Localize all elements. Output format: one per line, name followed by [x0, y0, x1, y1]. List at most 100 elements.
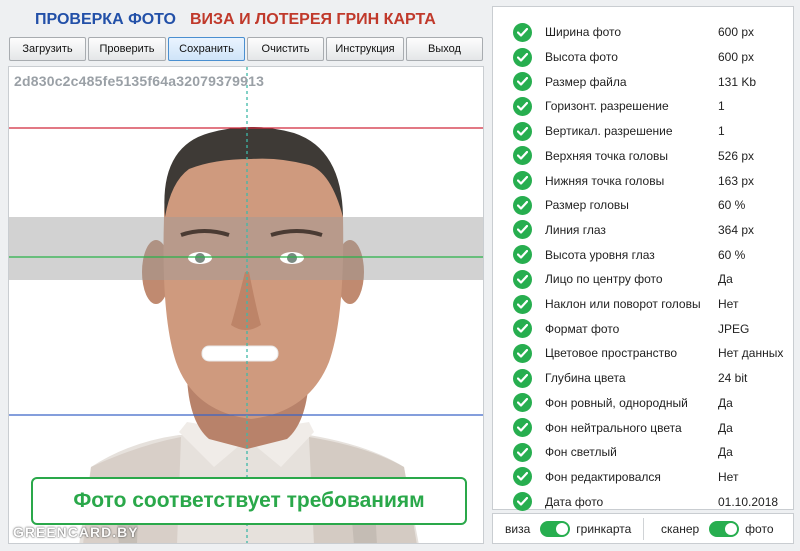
check-label: Размер головы — [545, 198, 629, 213]
mouth-redaction — [201, 345, 279, 362]
load-button[interactable]: Загрузить — [9, 37, 86, 61]
check-value: 60 % — [718, 198, 746, 213]
checkmark-icon — [513, 492, 532, 512]
check-label: Наклон или поворот головы — [545, 297, 701, 312]
check-value: 600 px — [718, 50, 755, 65]
check-value: 163 px — [718, 173, 755, 188]
portrait-photo — [9, 67, 483, 543]
checkmark-icon — [513, 319, 532, 339]
toggle-on-label: гринкарта — [576, 521, 632, 536]
check-label: Фон редактировался — [545, 469, 661, 484]
check-label: Глубина цвета — [545, 371, 626, 386]
check-label: Горизонт. разрешение — [545, 99, 669, 114]
check-row: Фон редактировался Нет — [493, 465, 793, 490]
photo-panel: 2d830c2c485fe5135f64a32079379913 Фото со… — [8, 66, 484, 544]
toggle-on-label: фото — [745, 521, 774, 536]
exit-button[interactable]: Выход — [406, 37, 483, 61]
check-label: Линия глаз — [545, 222, 606, 237]
checkmark-icon — [513, 47, 532, 67]
check-row: Нижняя точка головы 163 px — [493, 168, 793, 193]
check-button[interactable]: Проверить — [88, 37, 166, 61]
checkmark-icon — [513, 467, 532, 487]
checkmark-icon — [513, 442, 532, 462]
scanner-photo-toggle[interactable]: сканер фото — [661, 514, 774, 543]
checkmark-icon — [513, 146, 532, 166]
check-value: 60 % — [718, 247, 746, 262]
check-label: Формат фото — [545, 321, 620, 336]
check-row: Фон ровный, однородный Да — [493, 391, 793, 416]
check-row: Высота фото 600 px — [493, 45, 793, 70]
checkmark-icon — [513, 418, 532, 438]
check-value: 24 bit — [718, 371, 748, 386]
status-banner: Фото соответствует требованиям — [31, 477, 467, 525]
checkmark-icon — [513, 220, 532, 240]
switch-icon[interactable] — [540, 520, 571, 537]
checkmark-icon — [513, 294, 532, 314]
check-value: 1 — [718, 124, 725, 139]
check-value: 131 Kb — [718, 74, 757, 89]
check-value: Нет — [718, 469, 739, 484]
check-value: 01.10.2018 — [718, 494, 779, 509]
checkmark-icon — [513, 195, 532, 215]
check-label: Вертикал. разрешение — [545, 124, 673, 139]
toolbar: Загрузить Проверить Сохранить Очистить И… — [9, 37, 483, 61]
header: ПРОВЕРКА ФОТО ВИЗА И ЛОТЕРЕЯ ГРИН КАРТА — [10, 8, 480, 32]
switch-icon[interactable] — [709, 520, 740, 537]
check-label: Верхняя точка головы — [545, 148, 669, 163]
check-value: 526 px — [718, 148, 755, 163]
check-value: JPEG — [718, 321, 750, 336]
clear-button[interactable]: Очистить — [247, 37, 324, 61]
check-row: Вертикал. разрешение 1 — [493, 119, 793, 144]
check-label: Фон нейтрального цвета — [545, 420, 682, 435]
toggle-off-label: виза — [505, 521, 531, 536]
check-value: Да — [718, 272, 733, 287]
checkmark-icon — [513, 96, 532, 116]
check-label: Нижняя точка головы — [545, 173, 665, 188]
check-row: Размер файла 131 Kb — [493, 69, 793, 94]
checkmark-icon — [513, 72, 532, 92]
checkmark-icon — [513, 343, 532, 363]
check-row: Наклон или поворот головы Нет — [493, 292, 793, 317]
checkmark-icon — [513, 121, 532, 141]
app-title: ПРОВЕРКА ФОТО — [35, 11, 176, 28]
check-label: Дата фото — [545, 494, 604, 509]
checkmark-icon — [513, 368, 532, 388]
check-value: Нет — [718, 297, 739, 312]
checkmark-icon — [513, 171, 532, 191]
check-row: Высота уровня глаз 60 % — [493, 242, 793, 267]
check-row: Дата фото 01.10.2018 — [493, 489, 793, 514]
check-label: Высота фото — [545, 50, 618, 65]
check-row: Лицо по центру фото Да — [493, 267, 793, 292]
check-value: Да — [718, 395, 733, 410]
photo-hash: 2d830c2c485fe5135f64a32079379913 — [14, 73, 265, 89]
checkmark-icon — [513, 22, 532, 42]
check-value: Да — [718, 445, 733, 460]
check-value: Да — [718, 420, 733, 435]
status-text: Фото соответствует требованиям — [73, 489, 425, 512]
check-row: Фон светлый Да — [493, 440, 793, 465]
save-button[interactable]: Сохранить — [168, 37, 245, 61]
check-label: Фон светлый — [545, 445, 617, 460]
check-row: Формат фото JPEG — [493, 316, 793, 341]
checkmark-icon — [513, 245, 532, 265]
check-value: 364 px — [718, 222, 755, 237]
check-label: Размер файла — [545, 74, 627, 89]
check-row: Глубина цвета 24 bit — [493, 366, 793, 391]
check-value: Нет данных — [718, 346, 784, 361]
checkmark-icon — [513, 269, 532, 289]
watermark: GREENCARD.BY — [13, 524, 139, 540]
check-label: Ширина фото — [545, 25, 622, 40]
checkmark-icon — [513, 393, 532, 413]
check-row: Горизонт. разрешение 1 — [493, 94, 793, 119]
checks-panel: Ширина фото 600 px Высота фото 600 px Размер… — [492, 6, 794, 512]
visa-greencard-toggle[interactable]: виза гринкарта — [505, 514, 631, 543]
toggle-off-label: сканер — [661, 521, 700, 536]
check-value: 600 px — [718, 25, 755, 40]
check-value: 1 — [718, 99, 725, 114]
check-label: Лицо по центру фото — [545, 272, 663, 287]
check-row: Цветовое пространство Нет данных — [493, 341, 793, 366]
divider — [643, 518, 644, 540]
instruction-button[interactable]: Инструкция — [326, 37, 404, 61]
check-row: Верхняя точка головы 526 px — [493, 144, 793, 169]
check-label: Высота уровня глаз — [545, 247, 655, 262]
